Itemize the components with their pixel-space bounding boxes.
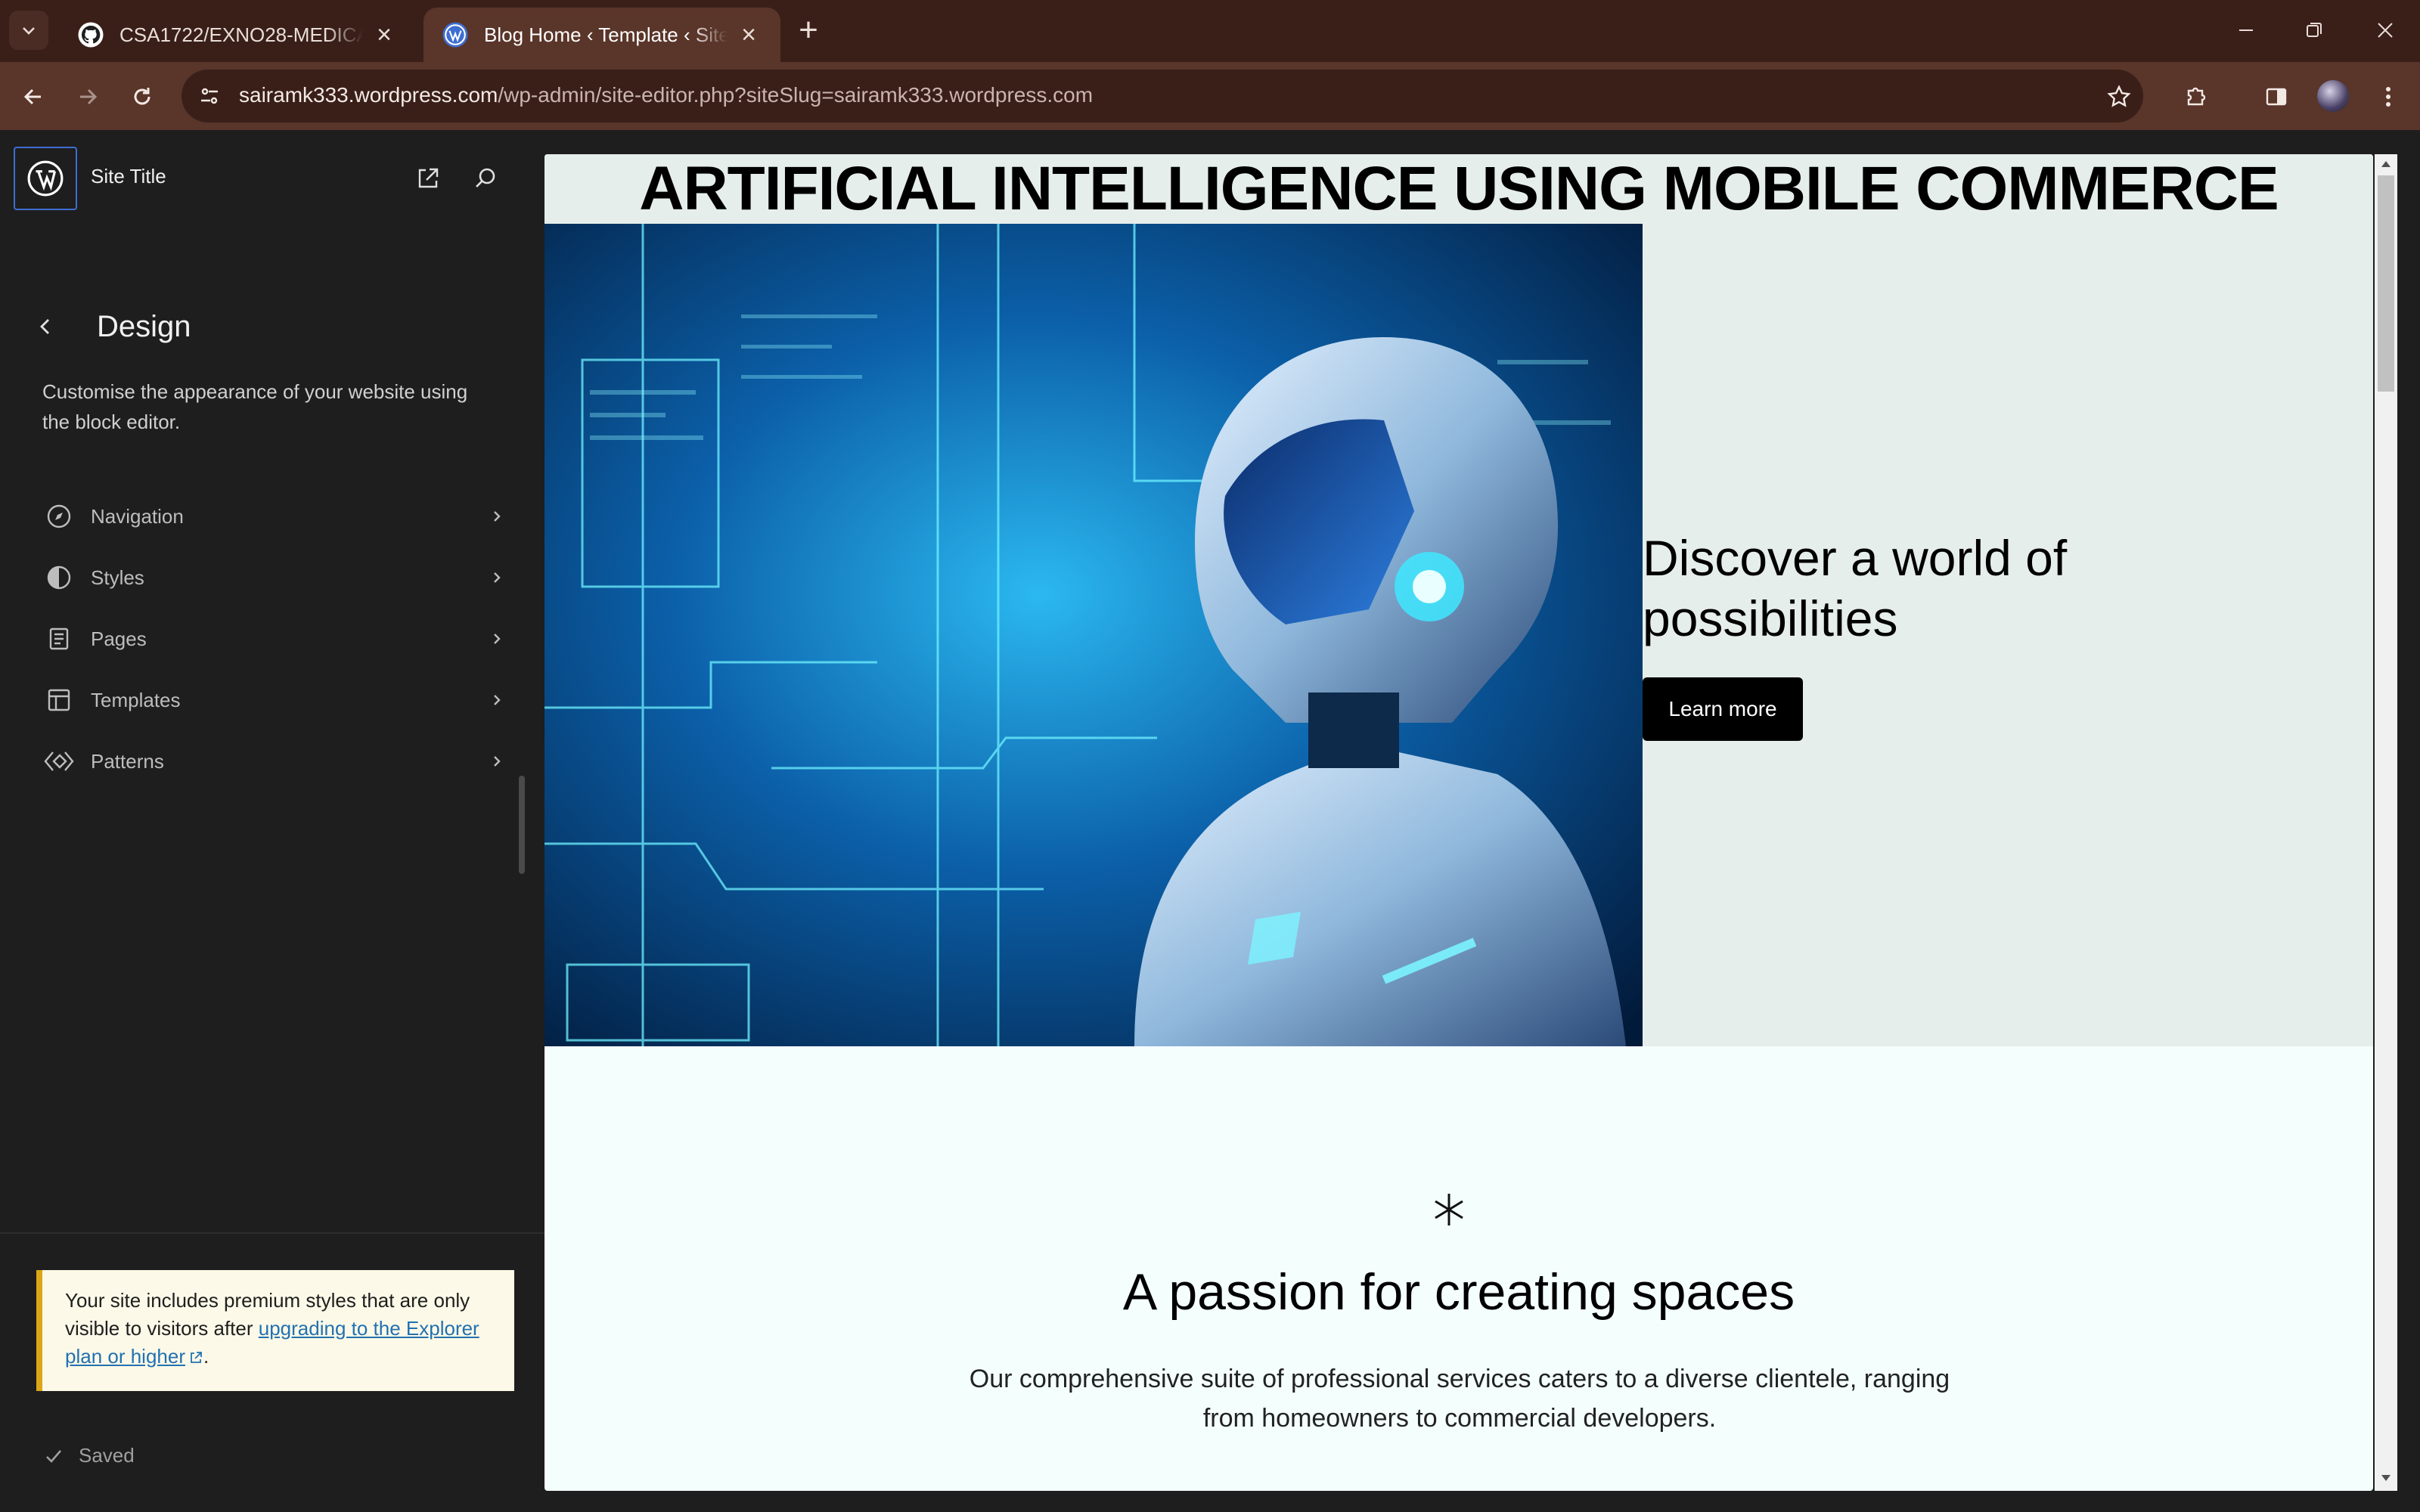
minimize-button[interactable]	[2223, 11, 2269, 50]
chevron-right-icon	[486, 505, 508, 528]
menu-button[interactable]	[2367, 76, 2409, 118]
editor-canvas[interactable]: ARTIFICIAL INTELLIGENCE USING MOBILE COM…	[544, 154, 2373, 1491]
sidebar-item-label: Templates	[91, 688, 181, 711]
bookmark-button[interactable]	[2098, 76, 2140, 118]
scroll-down-icon[interactable]	[2378, 1470, 2394, 1486]
sidebar-scrollbar[interactable]	[519, 776, 525, 874]
close-tab-icon[interactable]: ×	[371, 20, 398, 49]
arrow-right-icon	[80, 88, 98, 105]
restore-button[interactable]	[2291, 11, 2337, 50]
close-icon	[2378, 23, 2393, 38]
cover-image[interactable]	[544, 224, 1643, 1046]
divider	[0, 1232, 544, 1234]
extensions-button[interactable]	[2175, 76, 2217, 118]
close-window-button[interactable]	[2363, 11, 2408, 50]
external-link-icon	[418, 168, 439, 188]
chevron-right-icon	[486, 750, 508, 773]
styles-icon	[42, 561, 76, 594]
puzzle-icon	[2187, 87, 2206, 106]
reload-button[interactable]	[124, 79, 160, 115]
learn-more-button[interactable]: Learn more	[1643, 677, 1803, 741]
patterns-icon	[42, 745, 76, 778]
sidebar-item-styles[interactable]: Styles	[42, 550, 508, 605]
wordpress-icon	[442, 22, 468, 48]
url-text: sairamk333.wordpress.com/wp-admin/site-e…	[239, 83, 1093, 107]
panel-heading: Design	[97, 310, 191, 343]
wordpress-logo-button[interactable]	[14, 147, 77, 210]
side-panel-icon	[2266, 88, 2287, 106]
hero-heading[interactable]: ARTIFICIAL INTELLIGENCE USING MOBILE COM…	[544, 154, 2373, 223]
chevron-down-icon	[23, 27, 35, 35]
save-status: Saved	[42, 1444, 135, 1467]
save-status-label: Saved	[79, 1444, 135, 1467]
chevron-right-icon	[486, 566, 508, 589]
chevron-left-icon	[40, 319, 49, 334]
section-paragraph[interactable]: Our comprehensive suite of professional …	[968, 1359, 1951, 1438]
notice-end: .	[203, 1345, 209, 1368]
back-button[interactable]	[29, 310, 62, 343]
panel-description: Customise the appearance of your website…	[42, 380, 468, 433]
url-path: /wp-admin/site-editor.php?siteSlug=saira…	[498, 83, 1094, 107]
scroll-up-icon[interactable]	[2378, 156, 2394, 172]
tab-title: CSA1722/EXNO28-MEDICAL DI	[119, 23, 363, 46]
new-tab-button[interactable]: +	[791, 14, 826, 48]
side-panel-button[interactable]	[2255, 76, 2297, 118]
pages-icon	[42, 622, 76, 655]
navigation-icon	[42, 500, 76, 533]
sidebar-item-pages[interactable]: Pages	[42, 612, 508, 666]
check-icon	[42, 1445, 65, 1467]
sidebar-item-label: Patterns	[91, 749, 164, 773]
wordpress-icon	[27, 160, 64, 197]
asterisk-icon	[1426, 1187, 1472, 1232]
section-heading[interactable]: A passion for creating spaces	[544, 1263, 2373, 1321]
arrow-left-icon	[23, 88, 41, 105]
view-site-button[interactable]	[411, 162, 445, 195]
forward-button[interactable]	[70, 79, 106, 115]
sidebar-item-patterns[interactable]: Patterns	[42, 734, 508, 789]
tab-blog-home[interactable]: Blog Home ‹ Template ‹ Site Tit ×	[424, 8, 780, 62]
chevron-right-icon	[486, 689, 508, 711]
sidebar-item-label: Navigation	[91, 504, 184, 528]
search-icon	[476, 168, 495, 187]
cover-heading[interactable]: Discover a world of possibilities	[1643, 528, 2217, 649]
sidebar-item-label: Styles	[91, 565, 144, 589]
hero-section[interactable]: ARTIFICIAL INTELLIGENCE USING MOBILE COM…	[544, 154, 2373, 1046]
templates-icon	[42, 683, 76, 717]
chevron-right-icon	[486, 627, 508, 650]
minimize-icon	[2239, 29, 2253, 31]
site-title: Site Title	[91, 165, 166, 187]
back-button[interactable]	[15, 79, 51, 115]
external-link-icon	[191, 1352, 202, 1364]
sidebar-item-label: Pages	[91, 627, 147, 650]
tab-title: Blog Home ‹ Template ‹ Site Tit	[484, 23, 728, 46]
canvas-scrollbar-thumb[interactable]	[2378, 175, 2394, 392]
sidebar-item-navigation[interactable]: Navigation	[42, 489, 508, 544]
close-tab-icon[interactable]: ×	[735, 20, 762, 49]
search-button[interactable]	[469, 162, 502, 195]
profile-avatar[interactable]	[2317, 80, 2349, 112]
reload-icon	[134, 88, 150, 105]
github-icon	[78, 22, 104, 48]
star-icon	[2107, 85, 2131, 107]
premium-styles-notice: Your site includes premium styles that a…	[36, 1270, 514, 1391]
kebab-menu-icon	[2386, 87, 2391, 107]
sidebar-item-templates[interactable]: Templates	[42, 673, 508, 727]
tab-github[interactable]: CSA1722/EXNO28-MEDICAL DI ×	[59, 8, 416, 62]
site-info-icon[interactable]	[195, 82, 224, 110]
restore-icon	[2307, 23, 2322, 37]
url-host: sairamk333.wordpress.com	[239, 83, 498, 107]
tab-search-button[interactable]	[9, 11, 48, 50]
